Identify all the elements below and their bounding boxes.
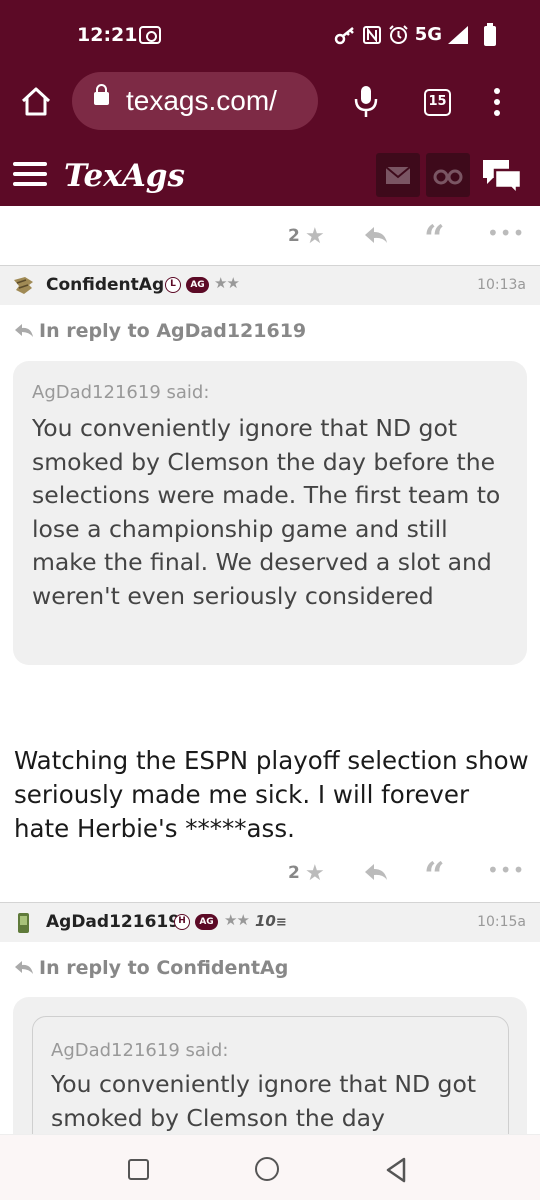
member-stars: ★★ bbox=[214, 274, 240, 292]
reply-arrow-icon bbox=[15, 961, 33, 974]
reply-arrow-icon bbox=[15, 324, 33, 337]
home-button[interactable] bbox=[255, 1157, 279, 1181]
post-body: Watching the ESPN playoff selection show… bbox=[14, 746, 529, 843]
hamburger-menu-icon[interactable] bbox=[13, 162, 47, 188]
username[interactable]: AgDad121619 bbox=[46, 912, 180, 932]
address-bar[interactable]: texags.com/ bbox=[72, 72, 318, 130]
lock-icon bbox=[94, 84, 109, 105]
honor-badge: H bbox=[174, 914, 190, 930]
ag-badge: AG bbox=[195, 914, 218, 930]
reply-icon[interactable] bbox=[363, 224, 389, 246]
overflow-menu-icon[interactable] bbox=[494, 88, 502, 118]
site-header: TexAgs bbox=[0, 146, 540, 206]
more-options-icon[interactable]: ••• bbox=[487, 221, 525, 245]
ten-badge: 10≡ bbox=[255, 912, 287, 930]
ag-badge: AG bbox=[186, 277, 209, 293]
reply-icon[interactable] bbox=[363, 861, 389, 883]
post-actions: 2 ★ “ ••• bbox=[0, 218, 540, 260]
avatar bbox=[14, 277, 33, 294]
quote-icon[interactable]: “ bbox=[424, 855, 445, 897]
key-icon bbox=[334, 26, 354, 44]
nested-quote-block: AgDad121619 said: You conveniently ignor… bbox=[32, 1016, 509, 1134]
battery-icon bbox=[484, 23, 496, 46]
home-icon[interactable] bbox=[19, 84, 53, 118]
status-bar: 12:21 5G bbox=[0, 0, 540, 70]
nfc-icon bbox=[362, 25, 381, 44]
in-reply-link[interactable]: In reply to AgDad121619 bbox=[14, 320, 306, 342]
status-time: 12:21 bbox=[77, 24, 138, 46]
recents-button[interactable] bbox=[128, 1159, 149, 1180]
messages-button[interactable] bbox=[376, 153, 420, 197]
screen: 12:21 5G texags.com/ 15 TexAgs 2 ★ “ •••… bbox=[0, 0, 540, 1200]
back-icon[interactable] bbox=[384, 1156, 410, 1184]
top-bar: 12:21 5G texags.com/ 15 TexAgs bbox=[0, 0, 540, 206]
quote-block: AgDad121619 said: You conveniently ignor… bbox=[13, 997, 527, 1134]
star-count: 2 bbox=[288, 863, 300, 883]
site-logo[interactable]: TexAgs bbox=[64, 158, 185, 194]
quote-text: You conveniently ignore that ND got smok… bbox=[51, 1070, 477, 1132]
status-icons: 5G bbox=[334, 24, 468, 45]
alarm-icon bbox=[388, 25, 408, 44]
binoculars-icon bbox=[433, 169, 463, 185]
in-reply-text: In reply to ConfidentAg bbox=[39, 957, 289, 979]
chat-bubbles-icon[interactable] bbox=[479, 156, 525, 196]
in-reply-link[interactable]: In reply to ConfidentAg bbox=[14, 957, 288, 979]
tab-switcher-button[interactable]: 15 bbox=[424, 89, 451, 116]
post-header: ConfidentAg L AG ★★ 10:13a bbox=[0, 265, 540, 305]
in-reply-text: In reply to AgDad121619 bbox=[39, 320, 307, 342]
quote-block: AgDad121619 said: You conveniently ignor… bbox=[13, 361, 527, 665]
phone-avatar bbox=[18, 913, 29, 933]
more-options-icon[interactable]: ••• bbox=[487, 858, 525, 882]
quote-attribution: AgDad121619 said: bbox=[32, 382, 210, 403]
username[interactable]: ConfidentAg bbox=[46, 275, 164, 295]
network-type: 5G bbox=[414, 24, 442, 45]
star-icon[interactable]: ★ bbox=[305, 861, 325, 886]
post-actions: 2 ★ “ ••• bbox=[0, 855, 540, 897]
star-count: 2 bbox=[288, 226, 300, 246]
post-time: 10:13a bbox=[477, 277, 526, 293]
member-stars: ★★ bbox=[224, 911, 250, 929]
lifetime-badge: L bbox=[165, 277, 181, 293]
star-icon[interactable]: ★ bbox=[305, 224, 325, 249]
post-header: AgDad121619 H AG ★★ 10≡ 10:15a bbox=[0, 902, 540, 942]
quote-icon[interactable]: “ bbox=[424, 218, 445, 260]
quote-text: You conveniently ignore that ND got smok… bbox=[32, 414, 501, 610]
screencast-icon bbox=[139, 26, 161, 44]
thread-content[interactable]: 2 ★ “ ••• ConfidentAg L AG ★★ 10:13a In … bbox=[0, 206, 540, 1134]
system-nav-bar bbox=[0, 1134, 540, 1200]
envelope-icon bbox=[385, 166, 411, 184]
browser-toolbar: texags.com/ 15 bbox=[0, 70, 540, 134]
url-text: texags.com/ bbox=[126, 85, 277, 116]
watch-button[interactable] bbox=[426, 153, 470, 197]
quote-attribution: AgDad121619 said: bbox=[51, 1040, 229, 1061]
post-time: 10:15a bbox=[477, 914, 526, 930]
microphone-icon[interactable] bbox=[352, 84, 380, 120]
signal-icon bbox=[448, 25, 468, 44]
